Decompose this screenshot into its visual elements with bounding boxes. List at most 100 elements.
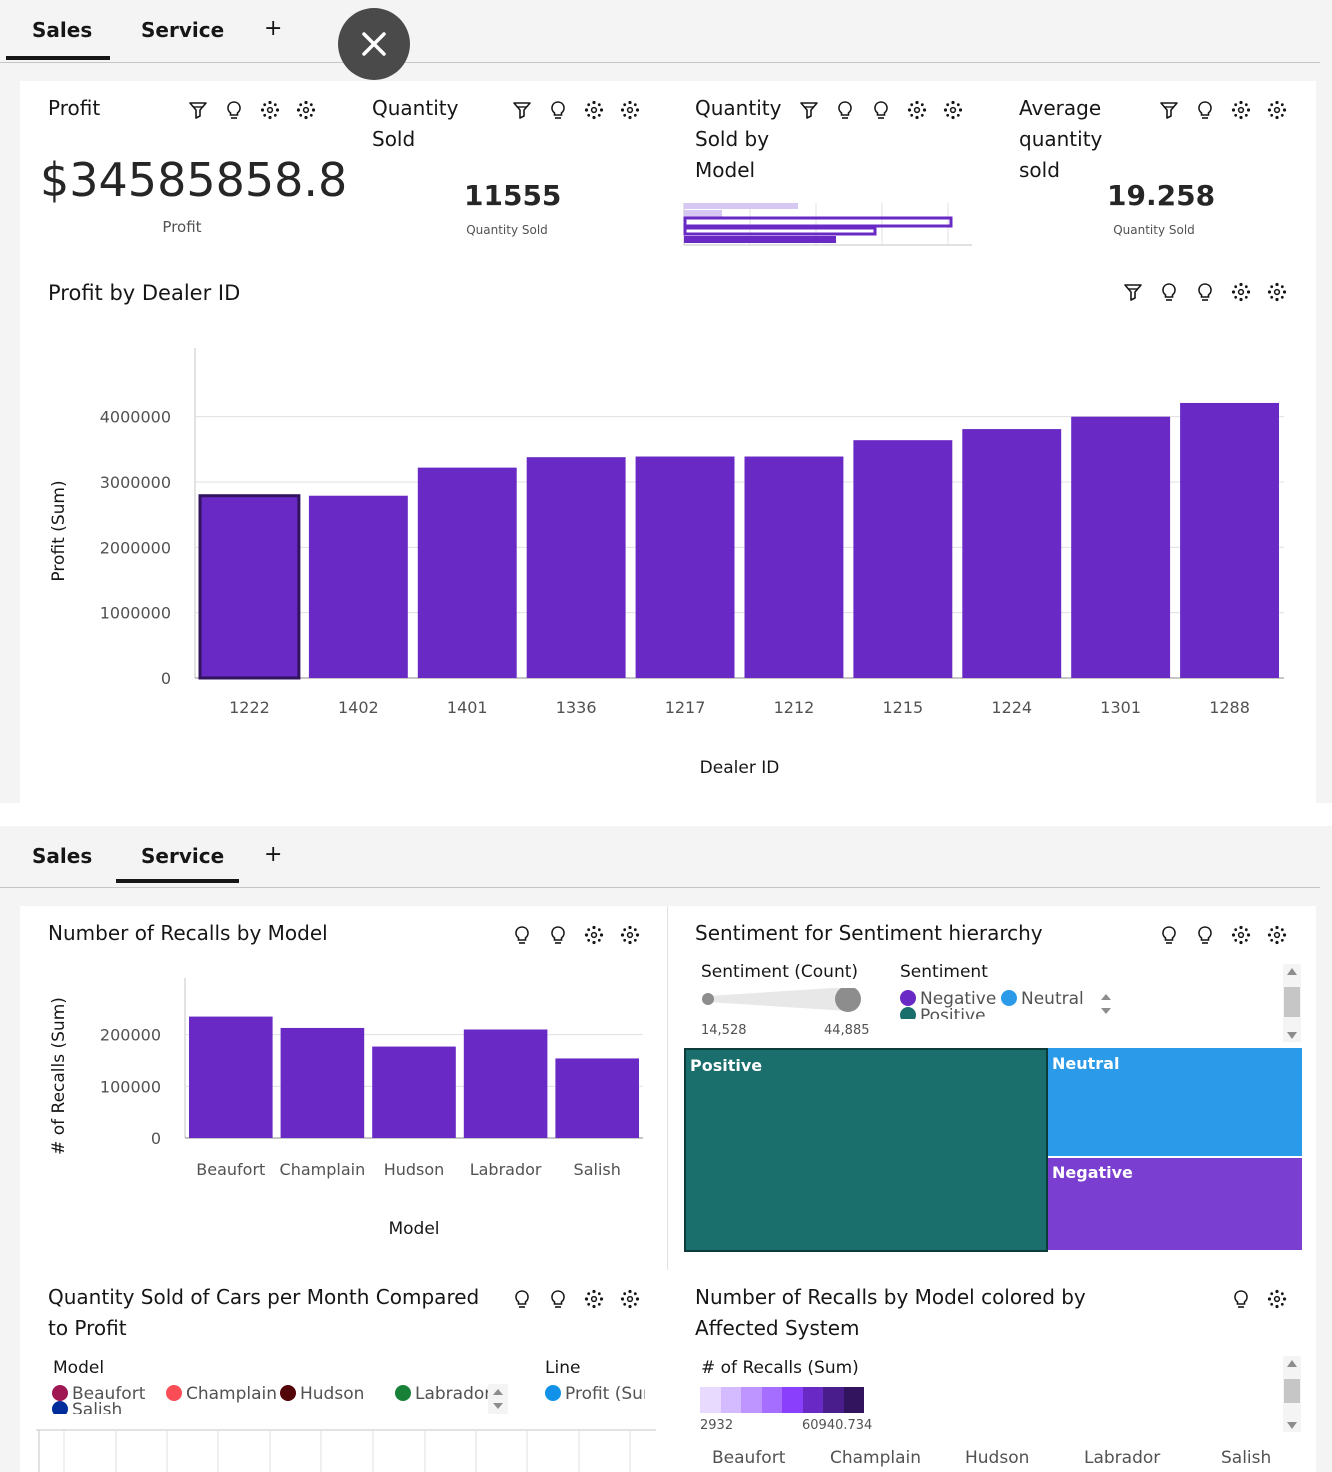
active-tab-indicator xyxy=(6,56,110,60)
close-button[interactable] xyxy=(338,8,410,80)
bar[interactable] xyxy=(526,457,626,678)
related-visualizations-icon[interactable] xyxy=(619,924,641,950)
scroll-up-icon[interactable] xyxy=(1283,965,1301,979)
filter-icon[interactable] xyxy=(187,99,209,125)
bar[interactable] xyxy=(198,494,301,680)
bar[interactable] xyxy=(744,456,844,678)
related-visualizations-icon[interactable] xyxy=(583,1288,605,1314)
related-visualizations-icon[interactable] xyxy=(295,99,317,125)
related-visualizations-icon[interactable] xyxy=(1266,1288,1288,1314)
scroll-thumb[interactable] xyxy=(1284,987,1300,1017)
bar[interactable] xyxy=(308,495,408,678)
bar[interactable] xyxy=(1071,416,1171,678)
bar[interactable] xyxy=(962,429,1062,678)
scroll-up-icon[interactable] xyxy=(1283,1357,1301,1371)
treemap-negative[interactable]: Negative xyxy=(1048,1158,1302,1250)
related-visualizations-icon[interactable] xyxy=(942,99,964,125)
related-visualizations-icon[interactable] xyxy=(619,1288,641,1314)
legend-pager-icon[interactable] xyxy=(488,1384,508,1414)
insight-bulb-icon[interactable] xyxy=(511,924,533,950)
related-visualizations-icon[interactable] xyxy=(1266,924,1288,950)
insight-bulb-icon[interactable] xyxy=(834,99,856,125)
insight-bulb-icon[interactable] xyxy=(1230,1288,1252,1314)
scale-swatch xyxy=(700,1387,721,1413)
x-tick-label: Hudson xyxy=(384,1160,445,1179)
related-visualizations-icon[interactable] xyxy=(1266,281,1288,307)
legend-item-labrador[interactable]: Labrador xyxy=(395,1384,491,1404)
bar[interactable] xyxy=(853,440,953,678)
insight-bulb-icon[interactable] xyxy=(223,99,245,125)
add-tab-button[interactable]: + xyxy=(264,16,282,41)
insight-bulb-icon[interactable] xyxy=(1194,99,1216,125)
sparkline-bar xyxy=(683,226,877,236)
related-visualizations-icon[interactable] xyxy=(619,99,641,125)
legend-swatch xyxy=(52,1401,68,1414)
legend-label: Neutral xyxy=(1021,989,1084,1009)
related-visualizations-icon[interactable] xyxy=(259,99,281,125)
bar[interactable] xyxy=(463,1029,548,1139)
filter-icon[interactable] xyxy=(1122,281,1144,307)
bar[interactable] xyxy=(189,1016,273,1138)
insight-bulb-icon[interactable] xyxy=(1158,281,1180,307)
y-axis-title: # of Recalls (Sum) xyxy=(49,997,69,1155)
service-canvas: Number of Recalls by Model 0 100000 200000… xyxy=(20,906,1316,1472)
insight-bulb-icon[interactable] xyxy=(547,924,569,950)
y-tick-label: 3000000 xyxy=(100,473,171,492)
bar[interactable] xyxy=(280,1027,365,1138)
legend-swatch xyxy=(52,1385,68,1401)
bar[interactable] xyxy=(372,1046,456,1138)
legend-item-neutral[interactable]: Neutral xyxy=(1001,989,1084,1009)
tab-service[interactable]: Service xyxy=(141,844,224,868)
legend-item-salish[interactable]: Salish xyxy=(52,1400,122,1414)
scroll-thumb[interactable] xyxy=(1284,1379,1300,1403)
treemap-neutral[interactable]: Neutral xyxy=(1048,1048,1302,1156)
tab-bar: Sales Service + xyxy=(0,826,1320,888)
insight-bulb-icon[interactable] xyxy=(1158,924,1180,950)
insight-bulb-icon[interactable] xyxy=(1194,924,1216,950)
legend-item-champlain[interactable]: Champlain xyxy=(166,1384,277,1404)
insight-bulb-icon[interactable] xyxy=(511,1288,533,1314)
legend-label: Profit (Sur xyxy=(565,1384,645,1404)
filter-icon[interactable] xyxy=(798,99,820,125)
legend-pager-icon[interactable] xyxy=(1098,989,1114,1019)
insight-bulb-icon[interactable] xyxy=(547,1288,569,1314)
widget-toolbar xyxy=(1158,99,1288,125)
bar[interactable] xyxy=(1180,402,1279,678)
tab-sales[interactable]: Sales xyxy=(32,18,92,42)
bar[interactable] xyxy=(417,467,517,678)
y-tick-label: 0 xyxy=(151,1129,161,1148)
treemap-positive[interactable]: Positive xyxy=(684,1048,1048,1252)
filter-icon[interactable] xyxy=(511,99,533,125)
tab-service[interactable]: Service xyxy=(141,18,224,42)
related-visualizations-icon[interactable] xyxy=(906,99,928,125)
legend-label: Hudson xyxy=(300,1384,365,1404)
bar[interactable] xyxy=(555,1058,639,1138)
legend-scrollbar[interactable] xyxy=(1283,964,1301,1042)
add-tab-button[interactable]: + xyxy=(264,842,282,867)
legend-scrollbar[interactable] xyxy=(1283,1356,1301,1432)
related-visualizations-icon[interactable] xyxy=(1230,924,1252,950)
related-visualizations-icon[interactable] xyxy=(583,924,605,950)
insight-bulb-icon[interactable] xyxy=(1194,281,1216,307)
sentiment-size-slider[interactable] xyxy=(698,988,868,1022)
scroll-down-icon[interactable] xyxy=(1283,1418,1301,1432)
insight-bulb-icon[interactable] xyxy=(547,99,569,125)
column-labrador: Labrador xyxy=(1084,1448,1161,1468)
related-visualizations-icon[interactable] xyxy=(1266,99,1288,125)
tab-sales[interactable]: Sales xyxy=(32,844,92,868)
bar[interactable] xyxy=(635,456,735,678)
related-visualizations-icon[interactable] xyxy=(1230,281,1252,307)
filter-icon[interactable] xyxy=(1158,99,1180,125)
treemap-label: Neutral xyxy=(1052,1054,1120,1073)
sentiment-title: Sentiment for Sentiment hierarchy xyxy=(695,921,1043,945)
line-legend-title: Line xyxy=(545,1358,581,1378)
legend-item-positive[interactable]: Positive xyxy=(900,1006,986,1019)
insight-bulb-icon[interactable] xyxy=(870,99,892,125)
related-visualizations-icon[interactable] xyxy=(1230,99,1252,125)
legend-item-hudson[interactable]: Hudson xyxy=(280,1384,364,1404)
scroll-down-icon[interactable] xyxy=(1283,1028,1301,1042)
related-visualizations-icon[interactable] xyxy=(583,99,605,125)
legend-swatch xyxy=(900,990,916,1006)
slider-min-handle xyxy=(702,993,714,1005)
legend-item-profit[interactable]: Profit (Sur xyxy=(545,1384,645,1404)
